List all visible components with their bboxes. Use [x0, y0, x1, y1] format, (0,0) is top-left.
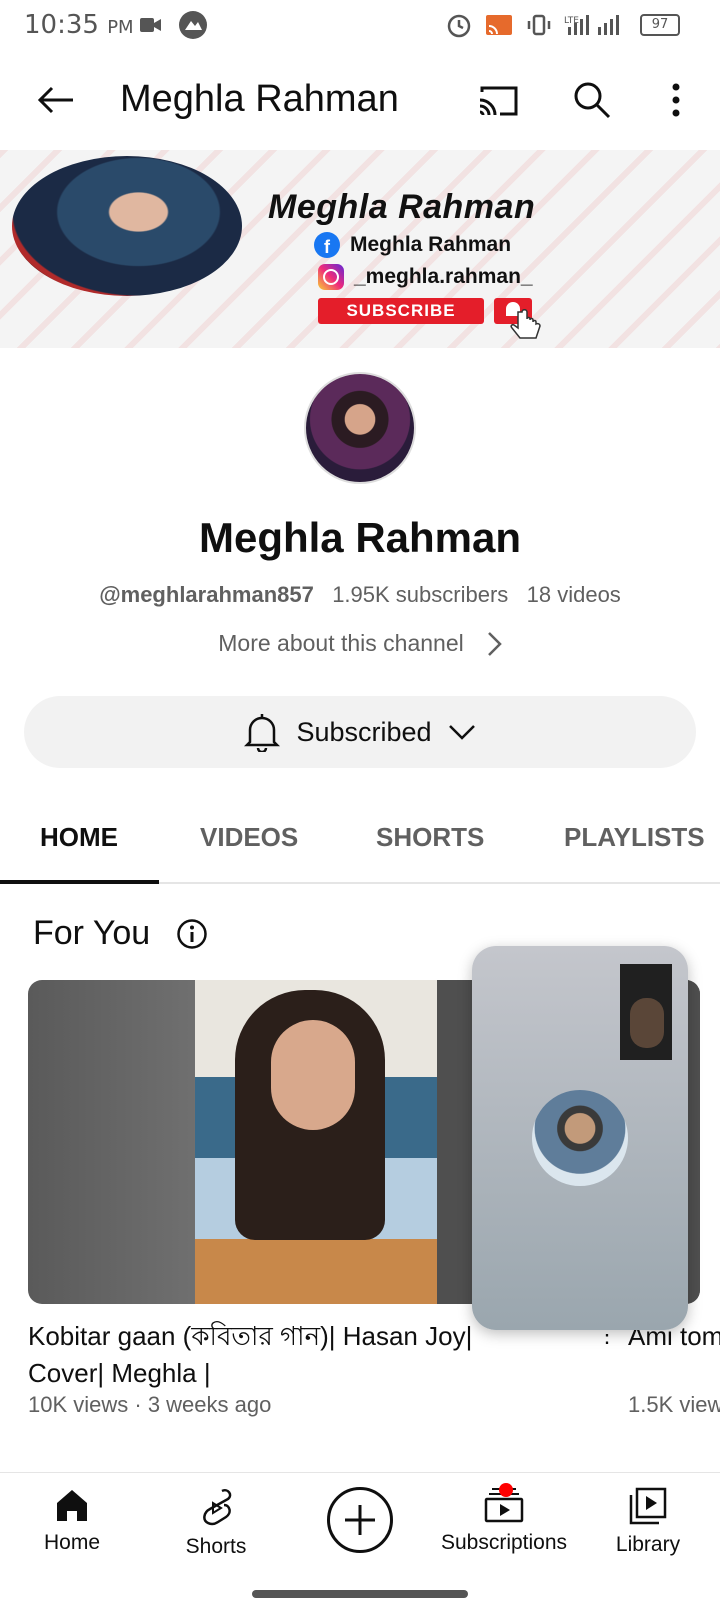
cast-button[interactable] [474, 76, 522, 124]
banner-photo [12, 156, 242, 296]
more-about-label: More about this channel [218, 630, 464, 656]
plus-icon [345, 1505, 375, 1535]
nav-subscriptions[interactable]: Subscriptions [432, 1487, 576, 1555]
page-title: Meghla Rahman [120, 78, 399, 120]
channel-handle: @meghlarahman857 [99, 582, 314, 607]
notification-dot [499, 1483, 513, 1497]
section-title: For You [33, 914, 151, 952]
app-notification-icon [178, 10, 208, 45]
alarm-icon [447, 14, 471, 38]
video-call-overlay[interactable] [472, 946, 688, 1330]
bell-icon [244, 714, 281, 752]
caller-avatar [532, 1090, 628, 1186]
status-time: 10:35 PM [24, 10, 134, 40]
cast-icon [479, 86, 518, 116]
video-recording-icon [140, 16, 162, 39]
instagram-icon [318, 264, 344, 290]
channel-tabs: HOME VIDEOS SHORTS PLAYLISTS [0, 800, 720, 884]
self-view-preview [620, 964, 672, 1060]
subscribed-label: Subscribed [296, 716, 432, 747]
search-button[interactable] [568, 76, 616, 124]
thumbnail-image [195, 980, 437, 1304]
banner-name: Meghla Rahman [268, 188, 536, 226]
tab-home[interactable]: HOME [40, 822, 118, 853]
next-video-meta: 1.5K views [628, 1392, 720, 1417]
channel-meta: @meghlarahman857 1.95K subscribers 18 vi… [0, 582, 720, 608]
home-icon [57, 1490, 87, 1521]
tab-shorts[interactable]: SHORTS [376, 822, 484, 853]
nav-shorts[interactable]: Shorts [144, 1487, 288, 1559]
back-arrow-icon [37, 86, 73, 114]
channel-banner: Meghla Rahman f Meghla Rahman _meghla.ra… [0, 150, 720, 348]
back-button[interactable] [32, 76, 80, 124]
section-for-you: For You [33, 914, 208, 953]
search-icon [574, 82, 611, 119]
cast-status-icon [486, 15, 512, 35]
banner-instagram: _meghla.rahman_ [318, 264, 533, 290]
banner-subscribe-graphic: SUBSCRIBE [318, 298, 484, 324]
more-about-channel-link[interactable]: More about this channel [0, 630, 720, 657]
facebook-icon: f [314, 232, 340, 258]
vibrate-icon [527, 14, 551, 36]
banner-facebook: f Meghla Rahman [314, 232, 511, 258]
more-vert-icon [672, 83, 680, 117]
video-meta: 10K views · 3 weeks ago [28, 1392, 272, 1417]
tab-videos[interactable]: VIDEOS [200, 822, 298, 853]
video-title[interactable]: Kobitar gaan (কবিতার গান)| Hasan Joy| Co… [28, 1318, 528, 1392]
create-button[interactable] [327, 1487, 393, 1553]
channel-avatar[interactable] [304, 372, 416, 484]
subscriber-count: 1.95K subscribers [332, 582, 509, 607]
active-tab-indicator [0, 880, 159, 884]
nav-home[interactable]: Home [0, 1487, 144, 1555]
chevron-down-icon [448, 725, 475, 740]
nav-library[interactable]: Library [576, 1487, 720, 1557]
channel-name: Meghla Rahman [198, 514, 522, 561]
battery-indicator: 97 [640, 14, 680, 36]
subscribed-button[interactable]: Subscribed [24, 696, 696, 768]
chevron-right-icon [487, 631, 502, 656]
signal-icon: LTE [564, 15, 619, 35]
gesture-home-indicator [252, 1590, 468, 1598]
status-icons: LTE 97 [446, 12, 680, 38]
tab-playlists[interactable]: PLAYLISTS [564, 822, 705, 853]
video-count: 18 videos [526, 582, 621, 607]
hand-cursor-icon [510, 309, 541, 339]
library-icon [629, 1487, 667, 1525]
more-options-button[interactable] [652, 76, 700, 124]
info-icon[interactable] [176, 918, 208, 950]
shorts-icon [203, 1489, 232, 1526]
